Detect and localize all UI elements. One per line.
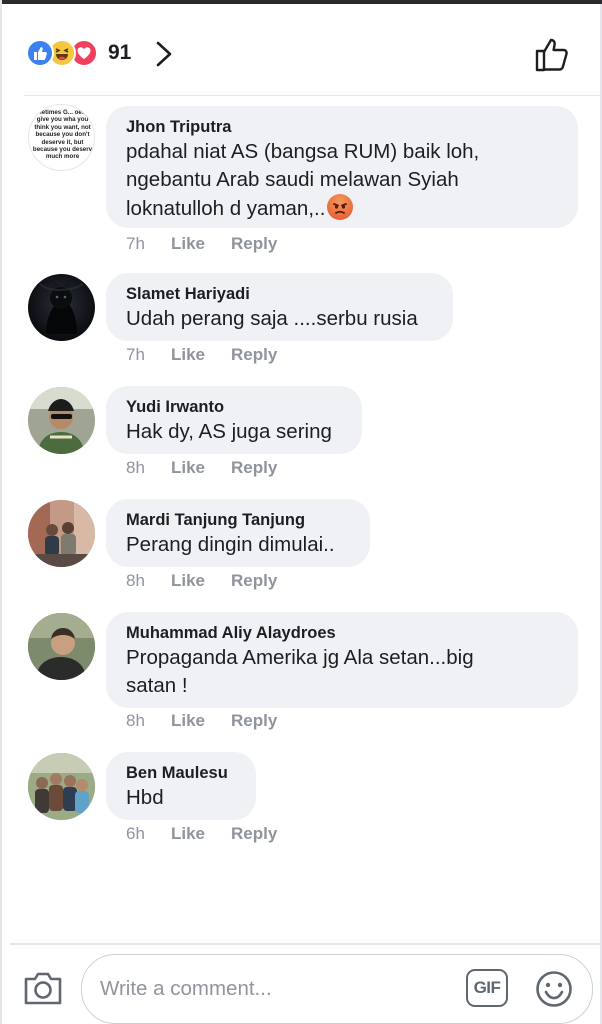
reactions-header: 91	[2, 4, 602, 96]
comment-author[interactable]: Mardi Tanjung Tanjung	[126, 509, 350, 531]
camera-icon[interactable]	[22, 968, 64, 1008]
comment-bubble[interactable]: Yudi Irwanto Hak dy, AS juga sering	[106, 386, 362, 454]
avatar[interactable]	[28, 613, 95, 680]
header-divider	[24, 95, 600, 96]
comment-bubble[interactable]: Mardi Tanjung Tanjung Perang dingin dimu…	[106, 499, 370, 567]
comment-author[interactable]: Slamet Hariyadi	[126, 283, 433, 305]
like-icon	[26, 39, 54, 67]
comment-time: 8h	[126, 458, 145, 477]
comment-author[interactable]: Ben Maulesu	[126, 762, 236, 784]
comment-bubble[interactable]: Muhammad Aliy Alaydroes Propaganda Ameri…	[106, 612, 578, 708]
comment-reply-link[interactable]: Reply	[231, 234, 277, 254]
person-photo	[28, 613, 95, 680]
comment-reply-link[interactable]: Reply	[231, 711, 277, 731]
comment-meta: 8h Like Reply	[126, 711, 277, 731]
comment-reply-link[interactable]: Reply	[231, 345, 277, 365]
comments-screen: 91 ometimes G... oesn't give you wha you…	[0, 0, 602, 1024]
comment-like-link[interactable]: Like	[171, 458, 231, 478]
comment-like-link[interactable]: Like	[171, 234, 231, 254]
avatar-quote-text: ometimes G... oesn't give you wha you th…	[32, 109, 93, 161]
avatar[interactable]	[28, 274, 95, 341]
comment-input-placeholder: Write a comment...	[100, 977, 272, 1000]
comment-text-content: pdahal niat AS (bangsa RUM) baik loh, ng…	[126, 140, 480, 220]
comment-reply-link[interactable]: Reply	[231, 458, 277, 478]
comment-reply-link[interactable]: Reply	[231, 571, 277, 591]
comment-time: 7h	[126, 234, 145, 253]
gif-button[interactable]: GIF	[466, 969, 508, 1007]
chevron-right-icon[interactable]	[152, 40, 176, 68]
comment-text: Udah perang saja ....serbu rusia	[126, 307, 418, 330]
group-photo	[28, 753, 95, 820]
avatar[interactable]	[28, 500, 95, 567]
comment-meta: 8h Like Reply	[126, 571, 277, 591]
comment-time: 7h	[126, 345, 145, 364]
avatar[interactable]: ometimes G... oesn't give you wha you th…	[28, 104, 95, 171]
comment-meta: 8h Like Reply	[126, 458, 277, 478]
comment-text: Perang dingin dimulai..	[126, 533, 335, 556]
group-photo	[28, 500, 95, 567]
comment-text: Propaganda Amerika jg Ala setan...big sa…	[126, 646, 474, 697]
comment-time: 6h	[126, 824, 145, 843]
emoji-smile-icon[interactable]	[534, 969, 574, 1009]
comment-meta: 6h Like Reply	[126, 824, 277, 844]
avatar[interactable]	[28, 387, 95, 454]
comment-like-link[interactable]: Like	[171, 711, 231, 731]
comment-meta: 7h Like Reply	[126, 234, 277, 254]
comment-bubble[interactable]: Slamet Hariyadi Udah perang saja ....ser…	[106, 273, 453, 341]
comment-reply-link[interactable]: Reply	[231, 824, 277, 844]
comment-like-link[interactable]: Like	[171, 571, 231, 591]
avatar[interactable]	[28, 753, 95, 820]
comment-time: 8h	[126, 711, 145, 730]
comment-like-link[interactable]: Like	[171, 824, 231, 844]
comment-text: Hbd	[126, 786, 164, 809]
reaction-count: 91	[108, 41, 132, 64]
comment-bubble[interactable]: Ben Maulesu Hbd	[106, 752, 256, 820]
composer-divider	[10, 943, 600, 945]
comment-author[interactable]: Jhon Triputra	[126, 116, 558, 138]
comment-author[interactable]: Muhammad Aliy Alaydroes	[126, 622, 558, 644]
comment-author[interactable]: Yudi Irwanto	[126, 396, 342, 418]
angry-emoji-icon	[327, 194, 354, 220]
reactions-summary[interactable]: 91	[26, 38, 131, 68]
person-photo	[28, 387, 95, 454]
comment-meta: 7h Like Reply	[126, 345, 277, 365]
comment-text: pdahal niat AS (bangsa RUM) baik loh, ng…	[126, 138, 558, 223]
comment-bubble[interactable]: Jhon Triputra pdahal niat AS (bangsa RUM…	[106, 106, 578, 228]
comment-text: Hak dy, AS juga sering	[126, 420, 332, 443]
like-post-icon[interactable]	[532, 34, 572, 74]
comment-like-link[interactable]: Like	[171, 345, 231, 365]
comment-input[interactable]: Write a comment... GIF	[81, 954, 593, 1024]
comment-time: 8h	[126, 571, 145, 590]
panther-image	[39, 282, 84, 334]
